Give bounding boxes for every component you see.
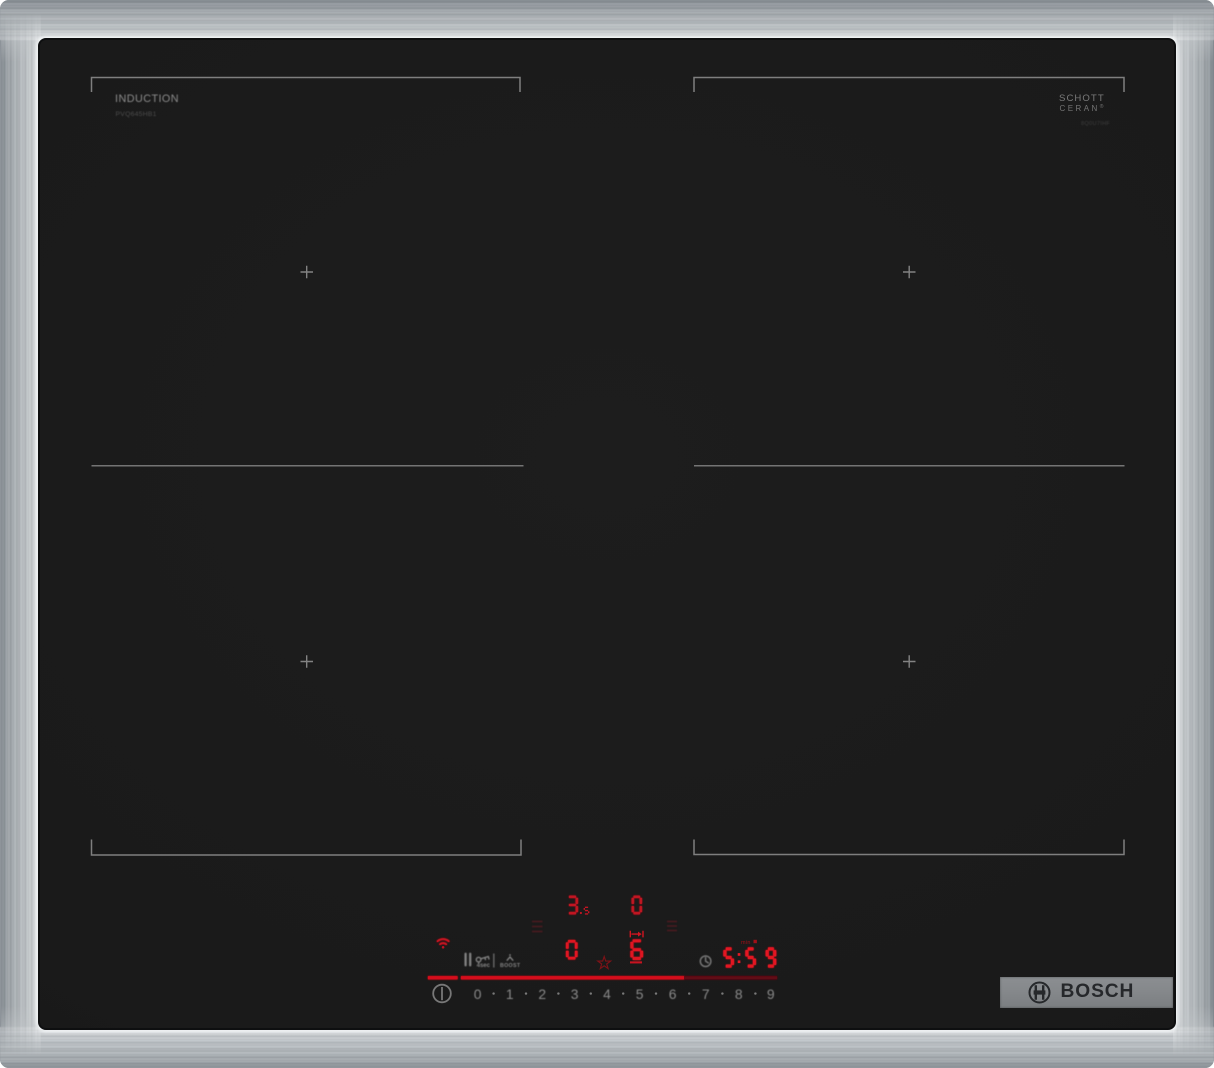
svg-text:4sec: 4sec	[477, 963, 491, 969]
svg-text:min: min	[741, 940, 751, 946]
svg-text:BOOST: BOOST	[500, 963, 521, 969]
